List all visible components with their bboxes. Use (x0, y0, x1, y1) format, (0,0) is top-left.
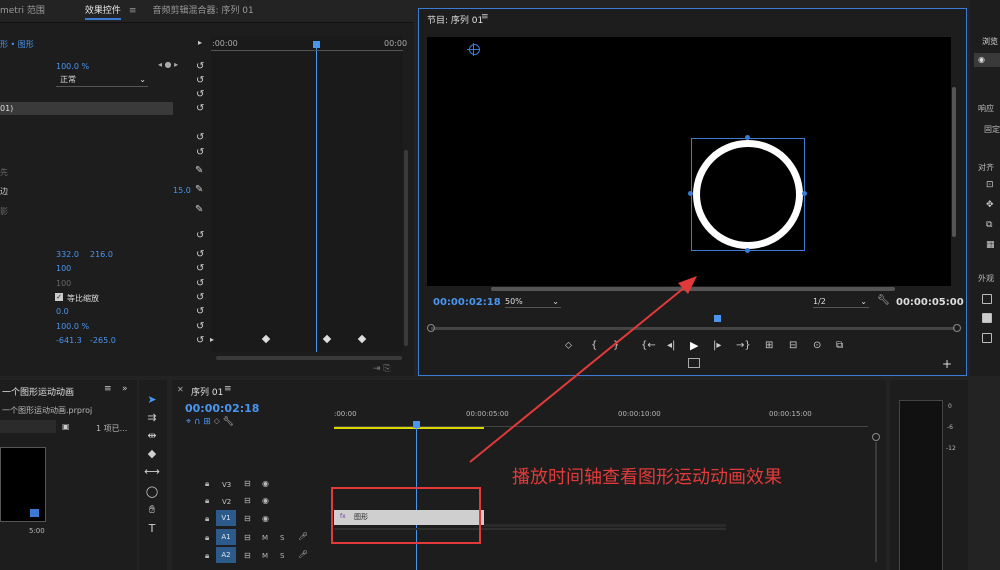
annotation-arrow-line (469, 282, 691, 463)
annotation-box (331, 487, 481, 544)
annotation-overlay (331, 276, 697, 544)
annotation-text: 播放时间轴查看图形运动动画效果 (512, 467, 782, 488)
